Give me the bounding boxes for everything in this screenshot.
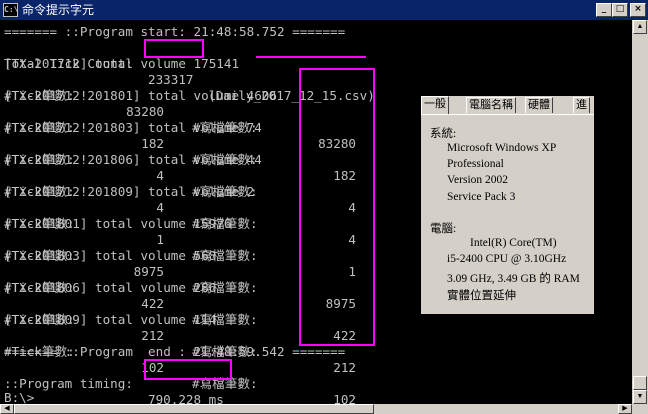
volume-header: [TX-201801] total volume 15976 (4, 216, 232, 231)
tick-count-value: 233317 (148, 72, 194, 87)
os-version: Version 2002 (447, 174, 509, 186)
tick-count-row-value: 422 (141, 296, 164, 311)
write-count-row-label: #寫檔筆數: (192, 376, 258, 391)
count-row: #Tick筆數: 8975 #寫檔筆數: 8975 (4, 232, 356, 311)
filename-underline (256, 56, 366, 58)
minimize-button[interactable]: _ (596, 3, 612, 17)
maximize-button[interactable]: □ (612, 3, 628, 17)
console-app-icon[interactable]: C:\ (3, 3, 18, 17)
window-title: 命令提示字元 (22, 3, 95, 17)
tab-computer-name[interactable]: 電腦名稱 (466, 97, 516, 113)
tab-strip: 一般 電腦名稱 硬體 進 (421, 96, 594, 115)
tick-count-row-value: 8975 (133, 264, 164, 279)
volume-header: [TX-201712!201801] total volume 4606 (4, 88, 277, 103)
volume-header: [TX-201712!201809] total volume 2 (4, 184, 255, 199)
tick-count-row-value: 4 (156, 200, 164, 215)
scroll-down-arrow-icon[interactable]: ▼ (633, 390, 647, 404)
write-count-row-value: 1 (348, 264, 356, 279)
tick-count-row-value: 1 (156, 232, 164, 247)
service-pack: Service Pack 3 (447, 191, 516, 203)
count-row: #Tick筆數: 4 #寫檔筆數: 4 (4, 168, 356, 247)
tab-hardware[interactable]: 硬體 (525, 97, 553, 113)
count-row: #Tick筆數: 182 #寫檔筆數: 182 (4, 104, 356, 183)
write-count-row-value: 4 (348, 232, 356, 247)
volume-header: [TX-201712] total volume 175141 (4, 56, 240, 71)
volume-header: [TX-201806] total volume 286 (4, 280, 217, 295)
command-prompt[interactable]: B:\>_ (4, 390, 42, 404)
tab-advanced[interactable]: 進 (573, 97, 590, 113)
system-properties-panel: 一般 電腦名稱 硬體 進 系統: Microsoft Windows XP Pr… (421, 96, 594, 314)
write-count-row-value: 8975 (325, 296, 356, 311)
scrollbar-corner (632, 404, 648, 414)
volume-header: [TX-201803] total volume 568 (4, 248, 217, 263)
vertical-scroll-thumb[interactable] (633, 376, 647, 390)
count-row: #Tick筆數: 212 #寫檔筆數: 212 (4, 296, 356, 375)
write-count-row-value: 422 (333, 328, 356, 343)
title-bar[interactable]: C:\ 命令提示字元 _ □ × (0, 0, 648, 20)
scroll-up-arrow-icon[interactable]: ▲ (633, 20, 647, 34)
volume-header: [TX-201712!201806] total volume 44 (4, 152, 262, 167)
tab-general[interactable]: 一般 (421, 96, 449, 114)
volume-header: [TX-201712!201803] total volume 74 (4, 120, 262, 135)
write-count-row-value: 4 (348, 200, 356, 215)
cpu-speed-ram: 3.09 GHz, 3.49 GB 的 RAM (447, 273, 580, 285)
system-label: 系統: (430, 128, 457, 140)
program-start-line: ======= ::Program start: 21:48:58.752 ==… (4, 24, 346, 39)
cpu-model: i5-2400 CPU @ 3.10GHz (447, 253, 567, 265)
program-timing-line: ::Program timing: 790.228 ms (4, 360, 224, 404)
program-end-line: ======= ::Program end : 21:48:59.542 ===… (4, 344, 346, 359)
write-count-row-value: 102 (333, 392, 356, 404)
count-row: #Tick筆數: 422 #寫檔筆數: 422 (4, 264, 356, 343)
scroll-right-arrow-icon[interactable]: ▶ (618, 404, 632, 414)
computer-label: 電腦: (430, 223, 457, 235)
tick-count-row-value: 4 (156, 168, 164, 183)
write-count-row-value: 182 (333, 168, 356, 183)
count-row: #Tick筆數: 102 #寫檔筆數: 102 (4, 328, 356, 404)
pae-label: 實體位置延伸 (447, 290, 516, 302)
tick-count-row-value: 83280 (126, 104, 164, 119)
tick-count-row-value: 102 (141, 360, 164, 375)
tick-count-row-value: 212 (141, 328, 164, 343)
volume-header: [TX-201809] total volume 114 (4, 312, 217, 327)
horizontal-scroll-thumb[interactable] (14, 404, 374, 414)
os-name: Microsoft Windows XP (447, 142, 557, 154)
tick-count-line: Total Tick Count: 233317 (Daily_2017_12_… (4, 40, 375, 103)
horizontal-scrollbar[interactable]: ◀ ▶ (0, 404, 632, 414)
timing-value: 790.228 ms (148, 392, 224, 404)
write-count-row-value: 83280 (318, 136, 356, 151)
write-count-row-value: 212 (333, 360, 356, 375)
vertical-scrollbar[interactable]: ▲ ▼ (632, 20, 648, 404)
tick-count-row-value: 182 (141, 136, 164, 151)
scroll-left-arrow-icon[interactable]: ◀ (0, 404, 14, 414)
count-row: #Tick筆數: 1 #寫檔筆數: 1 (4, 200, 356, 279)
close-button[interactable]: × (630, 3, 646, 17)
count-row: #Tick筆數: 4 #寫檔筆數: 4 (4, 136, 356, 215)
count-row: #Tick筆數: 83280 #寫檔筆數: 83280 (4, 72, 356, 151)
cpu-brand: Intel(R) Core(TM) (470, 237, 557, 249)
os-edition: Professional (447, 158, 504, 170)
